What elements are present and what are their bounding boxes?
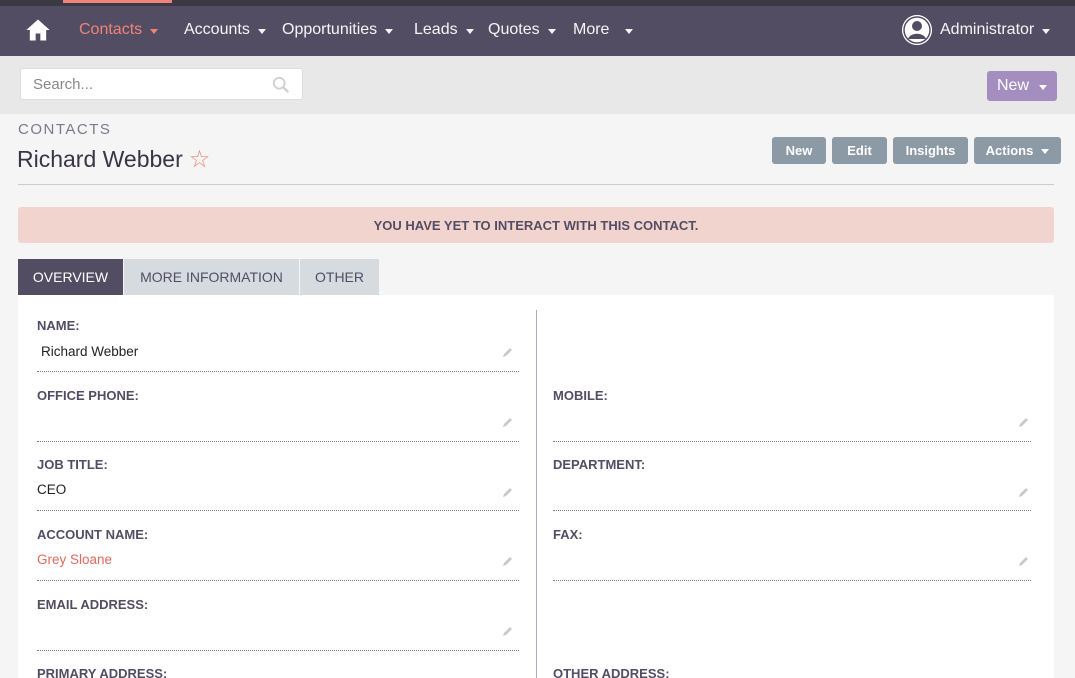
nav-item-accounts[interactable]: Accounts [184, 12, 266, 48]
new-button-label: New [996, 77, 1029, 94]
insights-button[interactable]: Insights [893, 137, 968, 164]
edit-pencil-icon[interactable] [502, 625, 514, 637]
chevron-down-icon [625, 28, 634, 34]
job-title-label: JOB TITLE: [37, 457, 108, 472]
home-icon[interactable] [24, 16, 52, 44]
tab-other[interactable]: OTHER [300, 259, 379, 295]
search-icon[interactable] [272, 76, 290, 94]
mobile-label: MOBILE: [553, 388, 608, 403]
tab-overview[interactable]: OVERVIEW [18, 259, 123, 295]
page-title: Richard Webber ☆ [17, 145, 210, 174]
chevron-down-icon [465, 28, 474, 34]
field-underline [553, 510, 1031, 511]
account-name-label: ACCOUNT NAME: [37, 527, 149, 542]
name-value: Richard Webber [41, 344, 139, 359]
record-actions: New Edit Insights Actions [772, 137, 1061, 164]
fax-label: FAX: [553, 527, 583, 542]
field-underline [37, 580, 519, 581]
field-underline [553, 580, 1031, 581]
account-name-link[interactable]: Grey Sloane [37, 552, 112, 567]
nav-item-contacts[interactable]: Contacts [62, 0, 173, 48]
email-label: EMAIL ADDRESS: [37, 597, 149, 612]
edit-pencil-icon[interactable] [1018, 486, 1030, 498]
field-underline [37, 650, 519, 651]
tab-more-information[interactable]: MORE INFORMATION [124, 259, 299, 295]
new-record-button[interactable]: New [987, 71, 1057, 101]
top-navigation: Contacts Accounts Opportunities Leads Qu… [0, 0, 1075, 56]
chevron-down-icon [150, 28, 159, 34]
nav-item-label: Contacts [79, 21, 143, 38]
nav-item-quotes[interactable]: Quotes [488, 12, 556, 48]
field-underline [37, 510, 519, 511]
actions-label: Actions [985, 143, 1034, 158]
edit-pencil-icon[interactable] [1018, 416, 1030, 428]
chevron-down-icon [1039, 84, 1047, 90]
nav-item-more[interactable]: More [573, 12, 634, 48]
primary-address-label: PRIMARY ADDRESS: [37, 666, 168, 678]
field-underline [553, 441, 1031, 442]
field-underline [37, 371, 519, 372]
edit-pencil-icon[interactable] [502, 555, 514, 567]
column-divider [536, 310, 537, 678]
chevron-down-icon [385, 28, 394, 34]
header-divider [18, 184, 1054, 185]
nav-item-label: Accounts [184, 21, 250, 38]
office-phone-label: OFFICE PHONE: [37, 388, 139, 403]
nav-item-label: More [573, 21, 610, 38]
edit-pencil-icon[interactable] [502, 486, 514, 498]
new-button[interactable]: New [772, 137, 826, 164]
module-title: CONTACTS [18, 121, 112, 138]
nav-item-leads[interactable]: Leads [414, 12, 474, 48]
chevron-down-icon [257, 28, 266, 34]
name-label: NAME: [37, 318, 80, 333]
search-bar-row: New [0, 56, 1075, 114]
edit-pencil-icon[interactable] [502, 346, 514, 358]
other-address-label: OTHER ADDRESS: [553, 666, 670, 678]
favorite-star-icon[interactable]: ☆ [189, 145, 211, 174]
user-avatar-icon [902, 15, 932, 45]
search-input[interactable] [33, 75, 263, 93]
nav-item-label: Quotes [488, 21, 540, 38]
actions-dropdown[interactable]: Actions [974, 137, 1061, 164]
chevron-down-icon [547, 28, 556, 34]
nav-item-label: Leads [414, 21, 458, 38]
edit-pencil-icon[interactable] [502, 416, 514, 428]
user-menu[interactable]: Administrator [902, 15, 1051, 45]
edit-pencil-icon[interactable] [1018, 555, 1030, 567]
chevron-down-icon [1042, 28, 1051, 34]
chevron-down-icon [1041, 149, 1050, 154]
record-name: Richard Webber [17, 146, 183, 172]
department-label: DEPARTMENT: [553, 457, 646, 472]
user-name: Administrator [940, 21, 1035, 38]
nav-item-label: Opportunities [282, 21, 378, 38]
job-title-value: CEO [37, 482, 67, 497]
field-underline [37, 441, 519, 442]
global-search [20, 68, 303, 100]
interaction-alert: YOU HAVE YET TO INTERACT WITH THIS CONTA… [18, 207, 1054, 243]
nav-item-opportunities[interactable]: Opportunities [282, 12, 394, 48]
edit-button[interactable]: Edit [832, 137, 887, 164]
